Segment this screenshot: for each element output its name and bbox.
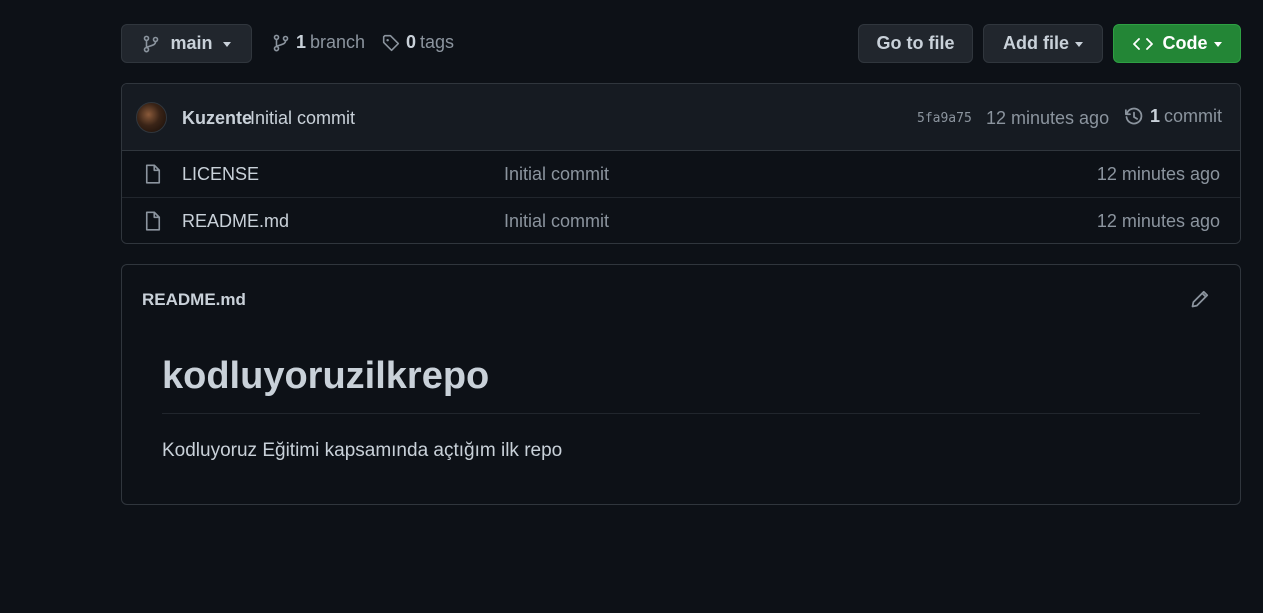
branches-link[interactable]: 1 branch (272, 32, 365, 53)
commit-time: 12 minutes ago (986, 108, 1110, 128)
file-commit-time: 12 minutes ago (1096, 164, 1220, 184)
branch-select-label: main (170, 33, 213, 53)
tag-count: 0 (406, 32, 417, 52)
file-row[interactable]: LICENSE Initial commit 12 minutes ago (122, 151, 1240, 197)
commit-sha[interactable]: 5fa9a75 (917, 111, 972, 126)
file-commit-message[interactable]: Initial commit (504, 211, 609, 232)
latest-commit-bar: Kuzente Initial commit 5fa9a75 12 minute… (122, 84, 1240, 151)
chevron-down-icon (1075, 42, 1083, 47)
add-file-label: Add file (1003, 33, 1069, 53)
chevron-down-icon (1213, 42, 1222, 47)
commit-author[interactable]: Kuzente (182, 108, 252, 129)
commit-history-link[interactable]: 1 commit (1124, 106, 1222, 127)
readme-heading: kodluyoruzilkrepo (162, 355, 490, 397)
heading-divider (162, 413, 1200, 414)
git-branch-icon (273, 34, 289, 51)
file-name[interactable]: LICENSE (182, 164, 259, 185)
file-browser: Kuzente Initial commit 5fa9a75 12 minute… (121, 83, 1241, 244)
file-icon (145, 164, 161, 184)
pencil-icon[interactable] (1190, 289, 1210, 309)
file-icon (145, 211, 161, 231)
branch-label: branch (310, 32, 366, 52)
go-to-file-button[interactable]: Go to file (858, 24, 973, 63)
go-to-file-label: Go to file (876, 33, 955, 53)
commit-count-label: commit (1164, 106, 1223, 126)
file-commit-time: 12 minutes ago (1096, 211, 1220, 231)
chevron-down-icon (222, 42, 231, 47)
branch-select-button[interactable]: main (121, 24, 252, 63)
history-icon (1125, 107, 1143, 124)
readme-filename[interactable]: README.md (142, 290, 246, 310)
code-button[interactable]: Code (1113, 24, 1241, 63)
file-row[interactable]: README.md Initial commit 12 minutes ago (122, 197, 1240, 243)
file-name[interactable]: README.md (182, 211, 289, 232)
code-label: Code (1162, 33, 1208, 53)
tag-icon (382, 34, 400, 51)
tags-link[interactable]: 0 tags (382, 32, 454, 53)
git-branch-icon (144, 35, 159, 52)
readme-panel: README.md kodluyoruzilkrepo Kodluyoruz E… (121, 264, 1241, 505)
code-icon (1132, 37, 1153, 50)
tag-label: tags (420, 32, 455, 52)
readme-body: Kodluyoruz Eğitimi kapsamında açtığım il… (162, 440, 563, 461)
branch-count: 1 (296, 32, 307, 52)
avatar[interactable] (136, 102, 167, 133)
file-commit-message[interactable]: Initial commit (504, 164, 609, 185)
commit-count: 1 (1150, 106, 1161, 126)
readme-header: README.md (122, 265, 1240, 332)
add-file-button[interactable]: Add file (983, 24, 1103, 63)
commit-message[interactable]: Initial commit (250, 108, 355, 129)
